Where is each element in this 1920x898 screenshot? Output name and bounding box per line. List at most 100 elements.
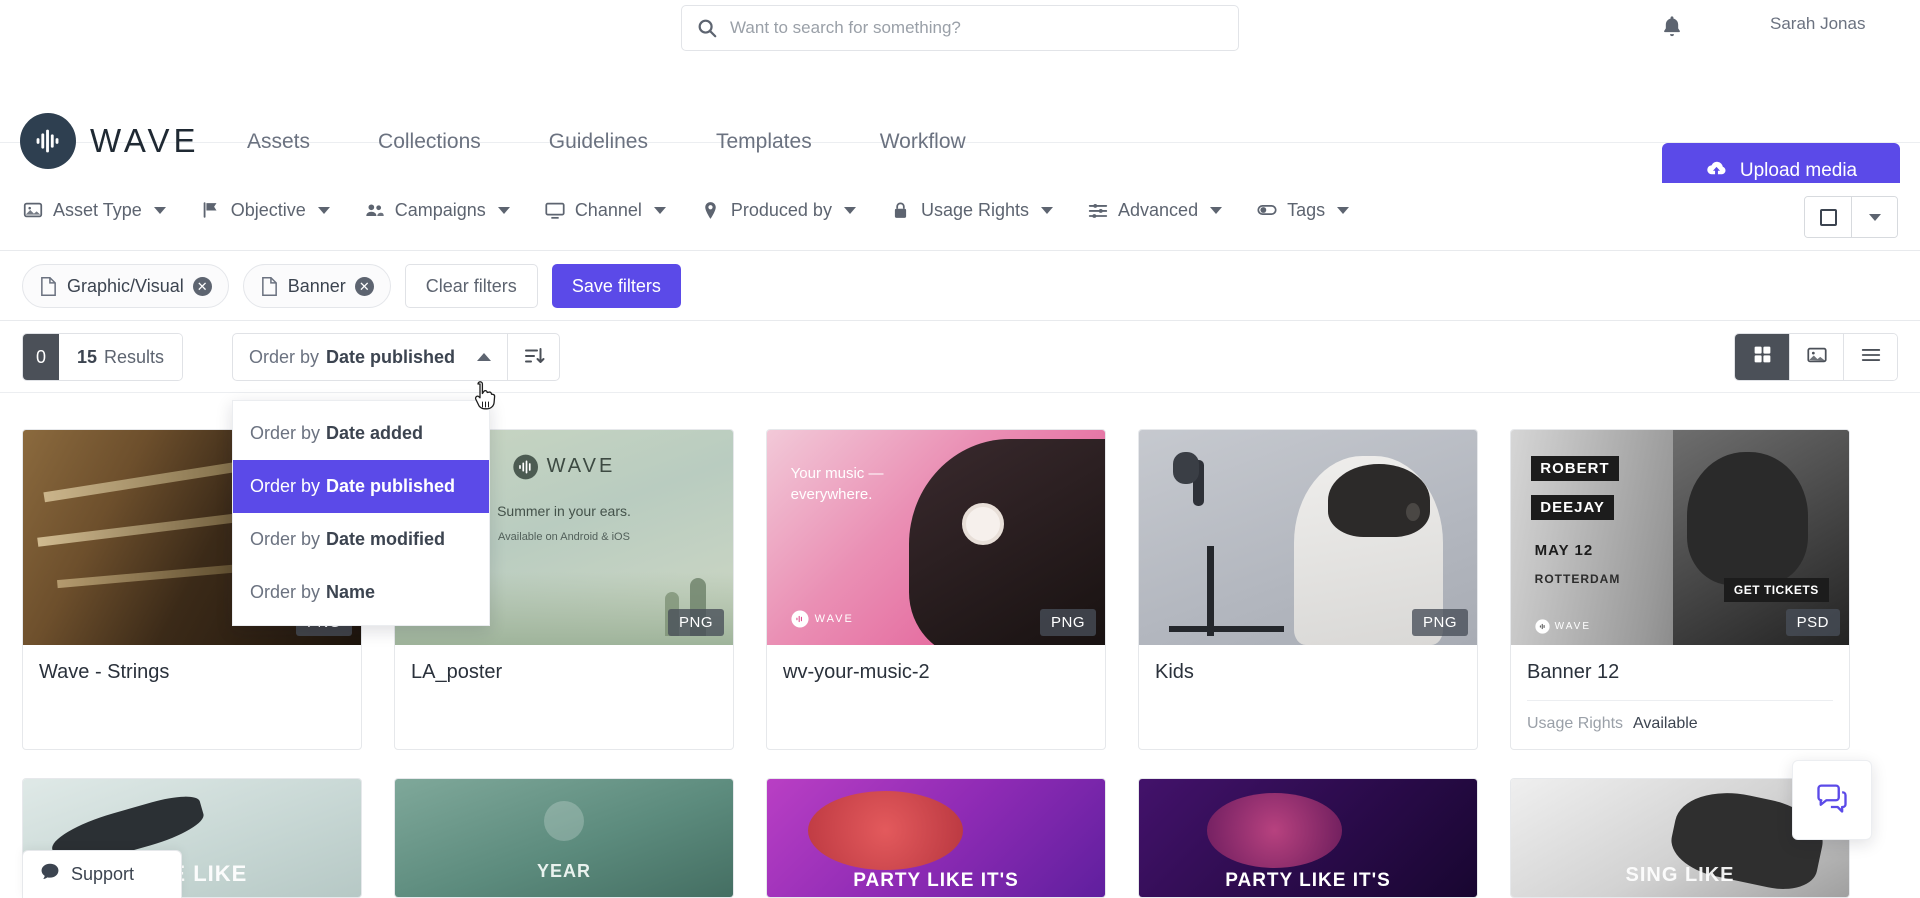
banner-city: ROTTERDAM [1534, 571, 1621, 586]
chevron-down-icon [1041, 206, 1054, 214]
active-filters-bar: Graphic/Visual ✕ Banner ✕ Clear filters … [0, 251, 1920, 321]
order-by-option-date-modified[interactable]: Order by Date modified [233, 513, 489, 566]
asset-thumbnail: YEAR [395, 779, 733, 897]
banner-cta: GET TICKETS [1723, 578, 1829, 602]
asset-format-badge: PNG [667, 609, 724, 636]
order-by-button[interactable]: Order by Date published [232, 333, 508, 381]
cloud-upload-icon [1705, 157, 1728, 186]
filter-chip-label: Banner [287, 275, 346, 296]
filter-channel-label: Channel [574, 199, 642, 220]
order-option-value: Name [326, 582, 376, 602]
order-by-option-date-added[interactable]: Order by Date added [233, 407, 489, 460]
user-name[interactable]: Sarah Jonas [1770, 14, 1865, 34]
filter-campaigns[interactable]: Campaigns [347, 199, 527, 221]
asset-caption: YEAR [536, 861, 591, 882]
upload-media-label: Upload media [1739, 160, 1858, 181]
close-circle-icon[interactable]: ✕ [192, 276, 212, 296]
nav-item-collections[interactable]: Collections [344, 130, 515, 154]
filter-usage-rights-label: Usage Rights [920, 199, 1030, 220]
filter-asset-type[interactable]: Asset Type [22, 199, 183, 221]
view-mode-toggles [1734, 333, 1898, 381]
location-pin-icon [700, 199, 722, 221]
save-filters-button[interactable]: Save filters [551, 264, 681, 308]
chat-support-fab[interactable] [1792, 760, 1872, 840]
asset-metadata-key: Usage Rights [1527, 715, 1624, 732]
asset-thumbnail: ROBERT DEEJAY MAY 12 ROTTERDAM GET TICKE… [1511, 430, 1849, 645]
sort-direction-button[interactable] [508, 333, 560, 381]
nav-item-guidelines[interactable]: Guidelines [515, 130, 682, 154]
chat-support-icon [1814, 780, 1850, 821]
asset-metadata-row: Usage Rights Available [1527, 700, 1833, 749]
brand-logo[interactable]: WAVE [20, 113, 200, 169]
filter-advanced[interactable]: Advanced [1070, 199, 1239, 221]
asset-card[interactable]: ROBERT DEEJAY MAY 12 ROTTERDAM GET TICKE… [1510, 429, 1850, 750]
nav-item-assets[interactable]: Assets [247, 130, 344, 154]
banner-line-2: everywhere. [790, 485, 873, 503]
filter-campaigns-label: Campaigns [394, 199, 486, 220]
order-option-prefix: Order by [250, 476, 321, 496]
filter-produced-by-label: Produced by [730, 199, 832, 220]
chevron-down-icon [843, 206, 856, 214]
wave-logo-icon [20, 113, 76, 169]
nav-item-workflow[interactable]: Workflow [846, 130, 1000, 154]
clear-filters-button[interactable]: Clear filters [404, 264, 538, 308]
order-option-value: Date added [326, 423, 424, 443]
results-label: Results [104, 346, 165, 367]
utility-bar: Sarah Jonas [0, 0, 1920, 58]
chevron-down-icon [1868, 213, 1881, 221]
support-button[interactable]: Support [22, 850, 182, 898]
selection-dropdown-button[interactable] [1851, 197, 1897, 237]
grid-icon [1752, 344, 1773, 370]
flag-icon [200, 199, 222, 221]
asset-metadata-value: Available [1633, 715, 1698, 732]
chevron-down-icon [1210, 206, 1223, 214]
chevron-down-icon [1337, 206, 1350, 214]
filter-chip[interactable]: Banner ✕ [242, 264, 391, 308]
filter-produced-by[interactable]: Produced by [683, 199, 873, 221]
chevron-down-icon [497, 206, 510, 214]
view-mode-gallery[interactable] [1789, 334, 1843, 380]
list-icon [1860, 344, 1882, 371]
selected-count-badge: 0 [23, 334, 59, 380]
order-by-option-name[interactable]: Order by Name [233, 566, 489, 619]
asset-title: Kids [1155, 661, 1194, 683]
order-by-dropdown-menu: Order by Date added Order by Date publis… [232, 400, 490, 626]
asset-title: LA_poster [411, 661, 503, 683]
notifications-bell-icon[interactable] [1655, 10, 1689, 44]
banner-artist-first: ROBERT [1531, 455, 1619, 481]
filter-objective[interactable]: Objective [183, 199, 347, 221]
filter-tags[interactable]: Tags [1239, 199, 1366, 221]
sort-descending-icon [522, 344, 546, 371]
order-by-prefix: Order by [249, 346, 320, 367]
file-document-icon [39, 276, 58, 297]
asset-card[interactable]: PARTY LIKE IT'S [766, 778, 1106, 898]
monitor-icon [544, 199, 566, 221]
search-input[interactable] [730, 18, 1224, 38]
nav-item-templates[interactable]: Templates [682, 130, 846, 154]
view-mode-grid[interactable] [1735, 334, 1789, 380]
selection-mode-control [1804, 196, 1898, 238]
asset-card[interactable]: YEAR [394, 778, 734, 898]
filter-usage-rights[interactable]: Usage Rights [873, 199, 1070, 221]
brand-name: WAVE [90, 122, 200, 159]
search-box[interactable] [681, 5, 1239, 51]
select-all-checkbox[interactable] [1805, 197, 1851, 237]
view-mode-list[interactable] [1843, 334, 1897, 380]
banner-line-1: Your music — [790, 465, 884, 483]
asset-thumbnail: Your music — everywhere. WAVE PNG [767, 430, 1105, 645]
asset-card[interactable]: Your music — everywhere. WAVE PNG wv-you… [766, 429, 1106, 750]
image-icon [1806, 344, 1828, 371]
close-circle-icon[interactable]: ✕ [354, 276, 374, 296]
sliders-icon [1087, 199, 1109, 221]
party-purple-1: PARTY LIKE IT'S [767, 779, 1105, 897]
filter-chip[interactable]: Graphic/Visual ✕ [22, 264, 229, 308]
asset-card[interactable]: PARTY LIKE IT'S [1138, 778, 1478, 898]
order-by-option-date-published[interactable]: Order by Date published [233, 460, 489, 513]
filter-channel[interactable]: Channel [527, 199, 683, 221]
asset-caption: SING LIKE [1625, 864, 1735, 886]
results-count: 15 Results [59, 334, 183, 380]
asset-format-badge: PSD [1785, 609, 1840, 636]
chevron-down-icon [317, 206, 330, 214]
asset-card[interactable]: PNG Kids [1138, 429, 1478, 750]
checkbox-square-icon [1819, 208, 1837, 226]
